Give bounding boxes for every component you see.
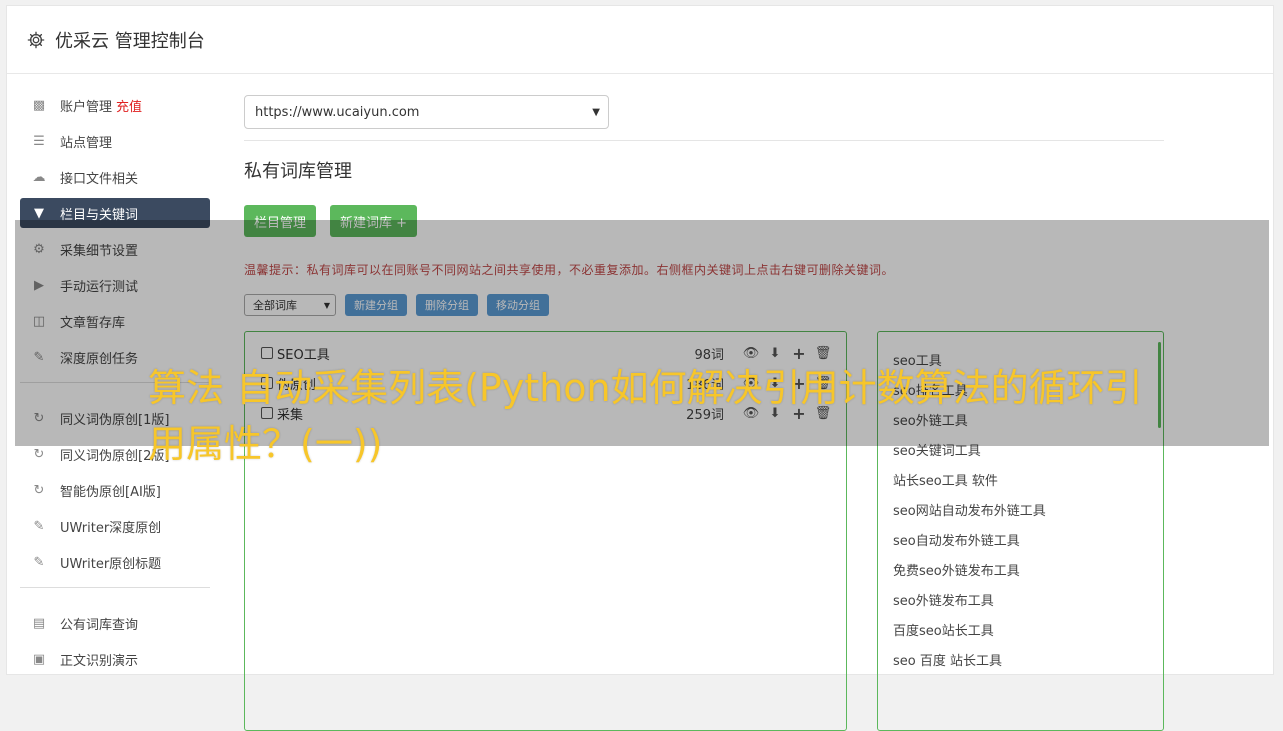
keyword-item[interactable]: seo外链发布工具: [893, 584, 1163, 614]
sidebar-item-label: 账户管理: [60, 99, 113, 115]
keyword-item[interactable]: seo自动发布外链工具: [893, 524, 1163, 554]
section-title: 私有词库管理: [244, 161, 352, 182]
site-select[interactable]: https://www.ucaiyun.com ▼: [244, 95, 609, 129]
app-header: 优采云 管理控制台: [7, 6, 1273, 74]
sidebar-item[interactable]: ☁ 接口文件相关: [20, 162, 210, 192]
sidebar-item[interactable]: ✎ UWriter原创标题: [20, 547, 210, 577]
sidebar-item[interactable]: ▣ 正文识别演示: [20, 644, 210, 674]
book-icon: ▤: [32, 615, 46, 631]
sidebar-item-label: 智能伪原创[AI版]: [60, 484, 161, 500]
sidebar-item-label: 公有词库查询: [60, 617, 139, 633]
overlay-caption: 算法 自动采集列表(Python如何解决引用计数算法的循环引用属性？(一)): [148, 366, 1143, 466]
gear-icon: [27, 31, 45, 48]
app-title: 优采云 管理控制台: [55, 30, 205, 52]
edit-icon: ✎: [33, 518, 45, 534]
filter-icon: ▼: [34, 205, 44, 221]
site-select-value: https://www.ucaiyun.com: [255, 104, 420, 120]
divider: [244, 140, 1164, 141]
refresh-icon: ↻: [33, 482, 45, 498]
sidebar-divider: [20, 587, 210, 588]
sidebar-item[interactable]: ▩ 账户管理 充值: [20, 90, 210, 120]
monitor-icon: ▣: [32, 651, 46, 667]
refresh-icon: ↻: [33, 446, 45, 462]
keyword-item[interactable]: 百度seo站长工具: [893, 614, 1163, 644]
keyword-item[interactable]: seo 百度 站长工具: [893, 644, 1163, 674]
keyword-item[interactable]: 免费seo外链发布工具: [893, 554, 1163, 584]
sidebar-item[interactable]: ☰ 站点管理: [20, 126, 210, 156]
server-icon: ☰: [33, 133, 45, 149]
cloud-upload-icon: ☁: [32, 169, 46, 185]
bar-chart-icon: ▩: [32, 97, 46, 113]
sidebar-item-label: 正文识别演示: [60, 653, 139, 669]
recharge-link[interactable]: 充值: [116, 96, 142, 115]
sidebar-item-label: 站点管理: [60, 135, 113, 151]
sidebar-item-label: UWriter深度原创: [60, 520, 162, 536]
keyword-item[interactable]: seo网站自动发布外链工具: [893, 494, 1163, 524]
sidebar-item[interactable]: ✎ UWriter深度原创: [20, 511, 210, 541]
sidebar-item-label: 接口文件相关: [60, 171, 139, 187]
edit-icon: ✎: [33, 554, 45, 570]
chevron-down-icon: ▼: [592, 106, 600, 118]
sidebar-item[interactable]: ▤ 公有词库查询: [20, 608, 210, 638]
sidebar-item-label: UWriter原创标题: [60, 556, 162, 572]
sidebar-item[interactable]: ↻ 智能伪原创[AI版]: [20, 475, 210, 505]
